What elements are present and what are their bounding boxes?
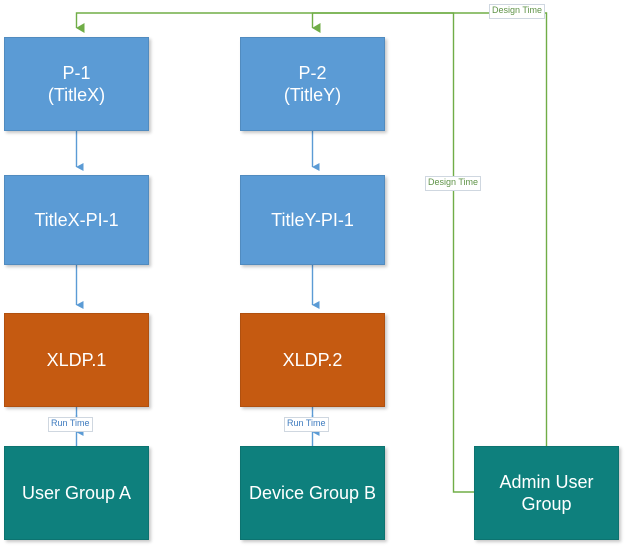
- node-titley-pi-1[interactable]: TitleY-PI-1: [240, 175, 385, 265]
- node-user-group-a[interactable]: User Group A: [4, 446, 149, 540]
- node-titlex-pi-1[interactable]: TitleX-PI-1: [4, 175, 149, 265]
- node-titley-pi-1-label: TitleY-PI-1: [271, 209, 354, 230]
- node-admin-user-group[interactable]: Admin User Group: [474, 446, 619, 540]
- edge-label-design-time-top: Design Time: [489, 4, 546, 19]
- edge-label-run-time-left: Run Time: [48, 417, 93, 432]
- node-xldp-1[interactable]: XLDP.1: [4, 313, 149, 407]
- node-xldp-1-label: XLDP.1: [46, 349, 107, 370]
- node-titlex-pi-1-label: TitleX-PI-1: [34, 209, 119, 230]
- node-p2-label: P-2 (TitleY): [283, 62, 342, 106]
- node-p2[interactable]: P-2 (TitleY): [240, 37, 385, 131]
- node-xldp-2[interactable]: XLDP.2: [240, 313, 385, 407]
- node-p1-label: P-1 (TitleX): [47, 62, 106, 106]
- node-p1[interactable]: P-1 (TitleX): [4, 37, 149, 131]
- node-user-group-a-label: User Group A: [21, 482, 132, 503]
- node-device-group-b[interactable]: Device Group B: [240, 446, 385, 540]
- node-admin-user-group-label: Admin User Group: [499, 471, 594, 515]
- edge-label-run-time-right: Run Time: [284, 417, 329, 432]
- diagram-canvas: P-1 (TitleX) P-2 (TitleY) TitleX-PI-1 Ti…: [0, 0, 625, 548]
- edge-label-design-time-middle: Design Time: [425, 176, 482, 191]
- node-device-group-b-label: Device Group B: [248, 482, 377, 503]
- node-xldp-2-label: XLDP.2: [282, 349, 343, 370]
